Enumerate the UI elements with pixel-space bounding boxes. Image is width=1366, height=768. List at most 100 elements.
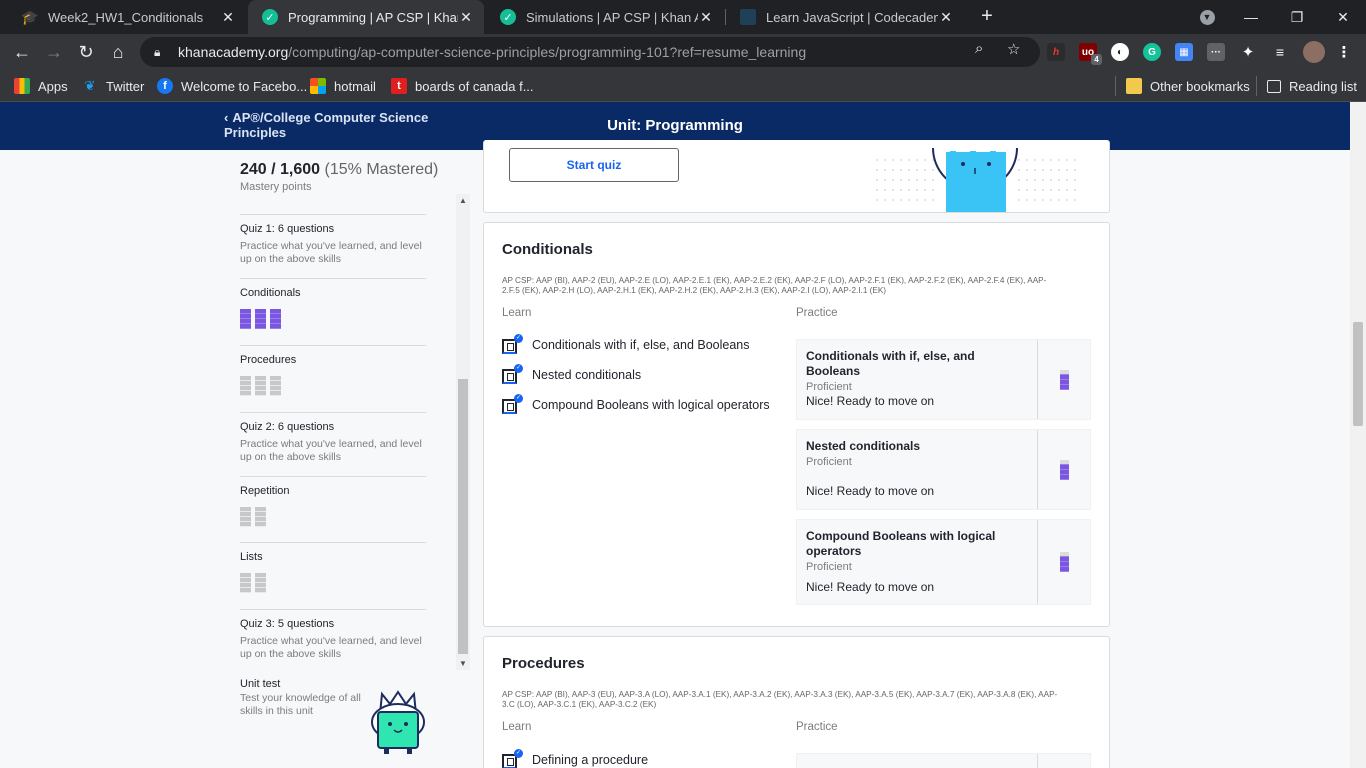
sidebar-item-desc: Practice what you've learned, and level … [240,438,422,463]
microsoft-icon [310,78,326,94]
sidebar-item-title: Conditionals [240,287,301,299]
bookmark-apps[interactable]: Apps [14,76,68,96]
other-bookmarks-folder[interactable]: Other bookmarks [1115,76,1250,96]
skill-bars [240,573,426,593]
close-icon[interactable]: ✕ [698,9,714,26]
practice-card[interactable]: Compound Booleans with logical operators… [796,519,1091,605]
facebook-icon: f [157,78,173,94]
reading-list-button[interactable]: Reading list [1256,76,1357,96]
practice-card[interactable]: Nested conditionals Proficient Nice! Rea… [796,429,1091,510]
sidebar-item-desc: Practice what you've learned, and level … [240,635,422,660]
skill-bars [240,376,426,396]
back-arrow-icon[interactable]: ← [9,39,35,65]
start-quiz-button[interactable]: Start quiz [509,148,679,182]
practice-level-indicator [1037,340,1090,419]
media-queue-icon[interactable]: ≡ [1271,43,1289,61]
tab-codecademy[interactable]: Learn JavaScript | Codecademy ✕ [726,0,964,34]
practice-column-heading: Practice [796,307,838,319]
sidebar-item-title: Procedures [240,354,297,366]
video-completed-icon: ✓ [502,334,523,354]
skill-bar [255,507,266,527]
graduation-cap-icon: 🎓 [21,8,39,25]
tab-title: Programming | AP CSP | Khan Ac [288,9,458,25]
sidebar-item-quiz-3[interactable]: Quiz 3: 5 questions Practice what you've… [240,609,426,661]
skill-bar-proficient [1059,459,1069,480]
khan-academy-icon: ✓ [262,9,278,25]
restore-icon[interactable]: ❐ [1274,0,1320,34]
zoom-search-icon[interactable]: ⌕ [975,40,983,57]
close-icon[interactable]: ✕ [220,9,236,26]
tab-title: Learn JavaScript | Codecademy [766,9,938,25]
sidebar-item-procedures[interactable]: Procedures [240,345,426,396]
forward-arrow-icon[interactable]: → [41,39,67,65]
browser-tab-strip: 🎓 Week2_HW1_Conditionals ✕ ✓ Programming… [0,0,1366,34]
bookmark-twitter[interactable]: ❦ Twitter [82,76,145,96]
profile-avatar[interactable] [1303,41,1325,63]
scroll-down-arrow-icon[interactable]: ▼ [456,659,470,668]
practice-title: Compound Booleans with logical operators [806,529,996,558]
extension-dots-icon[interactable]: ··· [1207,43,1225,61]
skill-bar [255,376,266,396]
bookmark-boards-of-canada[interactable]: t boards of canada f... [391,76,534,96]
crowned-monster-illustration [371,690,425,754]
address-bar[interactable]: 🔒︎ khanacademy.org/computing/ap-computer… [140,37,1040,67]
video-completed-icon: ✓ [502,749,523,768]
skill-bar [240,573,251,593]
lesson-card-conditionals: Conditionals AP CSP: AAP (BI), AAP-2 (EU… [483,222,1110,627]
tab-programming-khan[interactable]: ✓ Programming | AP CSP | Khan Ac ✕ [248,0,484,34]
practice-card[interactable]: Conditionals with if, else, and Booleans… [796,339,1091,420]
page-scrollbar-thumb[interactable] [1353,322,1363,426]
puzzle-extensions-icon[interactable]: ✦ [1239,43,1257,61]
scroll-up-arrow-icon[interactable]: ▲ [456,196,470,205]
sidebar-item-quiz-1[interactable]: Quiz 1: 6 questions Practice what you've… [240,214,426,266]
bookmark-star-icon[interactable]: ☆ [1007,40,1020,58]
sidebar-item-unit-test[interactable]: Unit test Test your knowledge of all ski… [240,678,440,768]
honey-extension-icon[interactable]: h [1047,43,1065,61]
tab-simulations-khan[interactable]: ✓ Simulations | AP CSP | Khan Acad ✕ [486,0,724,34]
extension-badge: 4 [1091,54,1102,65]
grammarly-icon[interactable]: G [1143,43,1161,61]
practice-level-indicator [1037,430,1090,509]
tab-search-chevron-icon[interactable]: ▼ [1184,0,1230,34]
reload-icon[interactable]: ↻ [73,39,99,65]
learn-item-link[interactable]: ✓ Nested conditionals [502,364,641,386]
tab-title: Week2_HW1_Conditionals [48,9,204,25]
video-completed-icon: ✓ [502,364,523,384]
sidebar-item-quiz-2[interactable]: Quiz 2: 6 questions Practice what you've… [240,412,426,464]
sidebar-scrollbar-thumb[interactable] [458,379,468,654]
extension-blue-icon[interactable]: ▦ [1175,43,1193,61]
learn-item-link[interactable]: ✓ Compound Booleans with logical operato… [502,394,770,416]
new-tab-plus-icon[interactable]: + [975,4,999,28]
practice-level-indicator [1037,520,1090,604]
extension-circle-icon[interactable]: ◐ [1111,43,1129,61]
learn-item-link[interactable]: ✓ Defining a procedure [502,749,648,768]
home-icon[interactable]: ⌂ [105,39,131,65]
practice-card[interactable] [796,753,1091,768]
skill-bars [240,507,426,527]
bookmark-facebook[interactable]: f Welcome to Facebo... [157,76,307,96]
sidebar-item-lists[interactable]: Lists [240,542,426,593]
bookmark-label: Apps [38,78,68,94]
practice-card-body: Nested conditionals Proficient [806,439,1026,468]
window-close-icon[interactable]: ✕ [1320,0,1366,34]
skill-bar-mastered [240,309,251,329]
mastery-points-value: 240 / 1,600 [240,161,321,178]
video-completed-icon: ✓ [502,394,523,414]
mastery-summary: 240 / 1,600 (15% Mastered) Mastery point… [240,161,438,193]
learn-item-link[interactable]: ✓ Conditionals with if, else, and Boolea… [502,334,750,356]
tab-title: Simulations | AP CSP | Khan Acad [526,9,698,25]
sidebar-item-conditionals[interactable]: Conditionals [240,278,426,329]
sidebar-scrollbar[interactable]: ▲ ▼ [456,194,470,670]
bookmark-label: boards of canada f... [415,78,534,94]
page-scrollbar[interactable] [1350,102,1366,768]
minimize-icon[interactable]: — [1228,0,1274,34]
kebab-menu-icon[interactable]: ⋮ [1335,43,1353,61]
sidebar-item-repetition[interactable]: Repetition [240,476,426,527]
practice-level: Proficient [806,381,852,393]
sidebar-lesson-list: Quiz 1: 6 questions Practice what you've… [240,194,426,674]
tab-week2-hw1[interactable]: 🎓 Week2_HW1_Conditionals ✕ [8,0,246,34]
bookmark-hotmail[interactable]: hotmail [310,76,376,96]
close-icon[interactable]: ✕ [938,9,954,26]
close-icon[interactable]: ✕ [458,9,474,26]
browser-toolbar: ← → ↻ ⌂ 🔒︎ khanacademy.org/computing/ap-… [0,34,1366,70]
